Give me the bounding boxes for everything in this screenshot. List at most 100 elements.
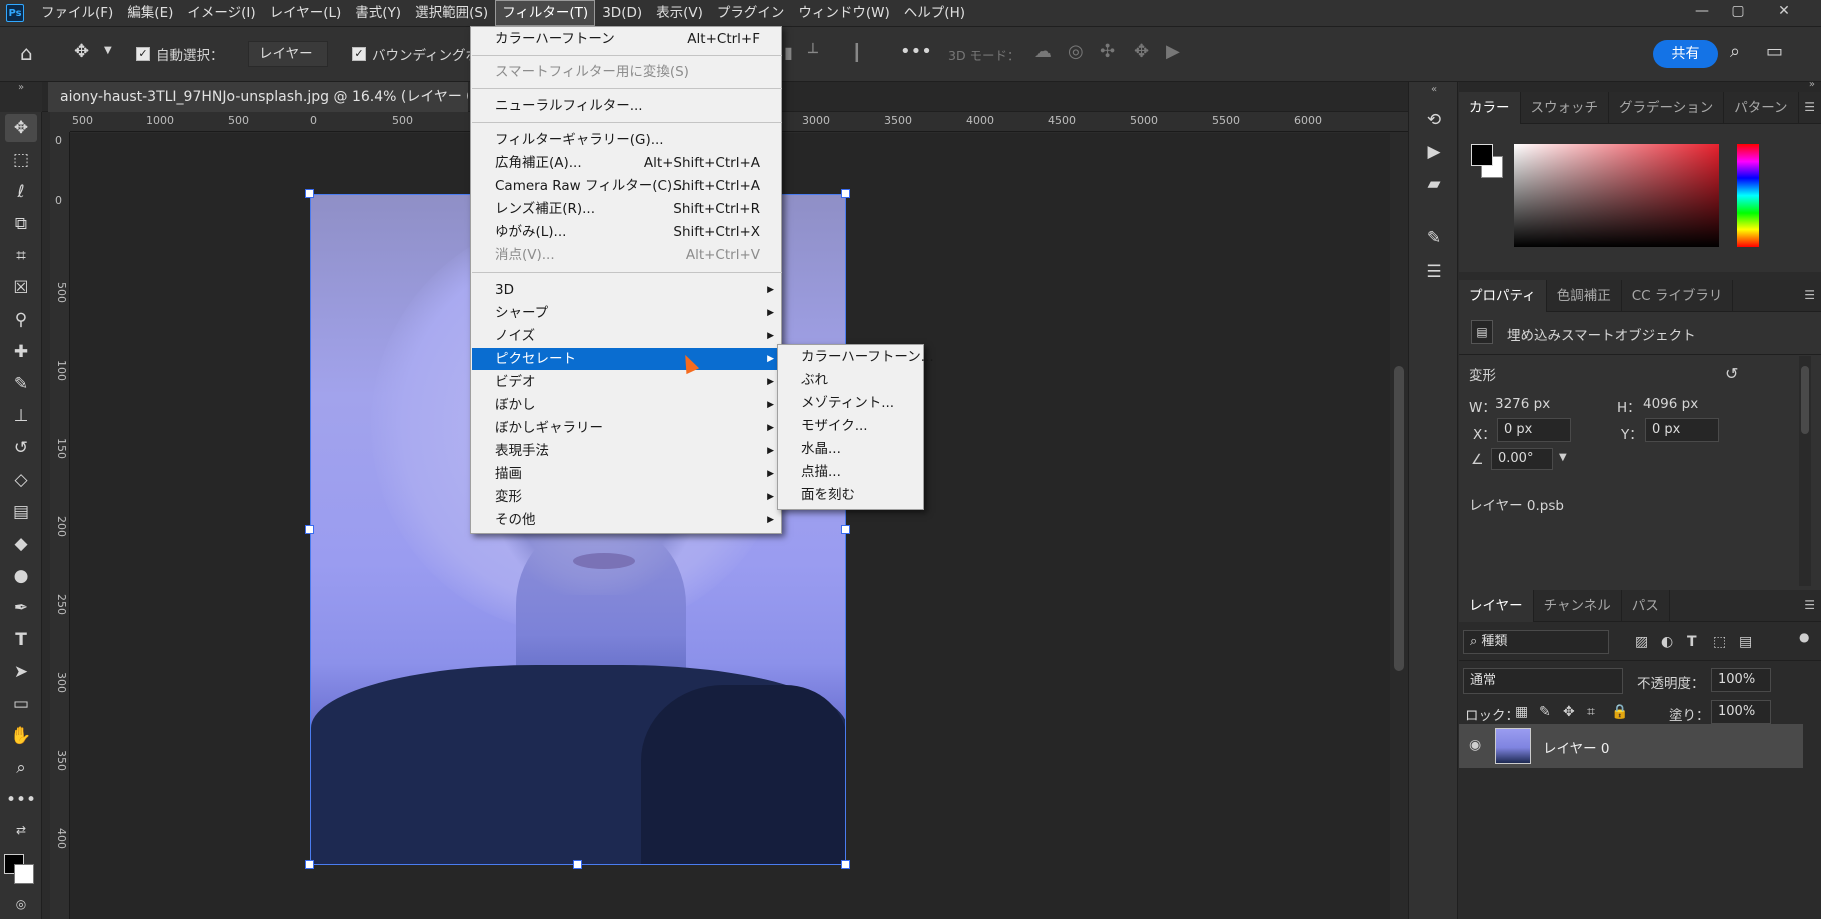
menu-item-color-halftone-repeat[interactable]: カラーハーフトーン Alt+Ctrl+F xyxy=(472,28,782,50)
scrollbar-thumb[interactable] xyxy=(1801,366,1809,434)
tab-patterns[interactable]: パターン xyxy=(1724,92,1799,124)
history-brush-tool-icon[interactable]: ↺ xyxy=(5,434,37,462)
collapse-toolbar-icon[interactable]: » xyxy=(0,82,42,102)
tab-color[interactable]: カラー xyxy=(1459,92,1521,124)
transform-handle[interactable] xyxy=(305,860,314,869)
scrollbar-thumb[interactable] xyxy=(1394,366,1404,671)
chevron-down-icon[interactable]: ▼ xyxy=(1559,452,1567,463)
tab-paths[interactable]: パス xyxy=(1622,590,1670,622)
history-icon[interactable]: ⟲ xyxy=(1422,110,1446,134)
transform-handle[interactable] xyxy=(305,189,314,198)
align-bottom-icon[interactable]: ▮ xyxy=(784,43,793,62)
eraser-tool-icon[interactable]: ◇ xyxy=(5,466,37,494)
menu-file[interactable]: ファイル(F) xyxy=(34,0,120,26)
lock-pixels-icon[interactable]: ✎ xyxy=(1539,704,1551,720)
hand-tool-icon[interactable]: ✋ xyxy=(5,722,37,750)
menu-help[interactable]: ヘルプ(H) xyxy=(897,0,972,26)
close-button[interactable]: ✕ xyxy=(1766,0,1802,22)
brush-settings-icon[interactable]: ✎ xyxy=(1422,228,1446,252)
workspace-icon[interactable]: ▭ xyxy=(1766,41,1783,62)
menu-item-neural-filters[interactable]: ニューラルフィルター... xyxy=(472,95,782,117)
lock-all-icon[interactable]: 🔒 xyxy=(1611,704,1628,720)
distribute-icon[interactable]: ┃ xyxy=(852,43,862,62)
type-layer-filter-icon[interactable]: T xyxy=(1687,634,1697,650)
3d-orbit-icon[interactable]: ☁ xyxy=(1034,41,1052,62)
more-options-icon[interactable]: ••• xyxy=(900,41,932,62)
share-button[interactable]: 共有 xyxy=(1653,40,1718,68)
document-tab[interactable]: aiony-haust-3TLI_97HNJo-unsplash.jpg @ 1… xyxy=(48,82,468,112)
crop-tool-icon[interactable]: ⌗ xyxy=(5,242,37,270)
comments-icon[interactable]: ▰ xyxy=(1422,174,1446,198)
properties-scrollbar[interactable] xyxy=(1799,356,1811,586)
type-tool-icon[interactable]: T xyxy=(5,626,37,654)
bounding-box-option[interactable]: ✓ バウンディングボ xyxy=(352,44,479,64)
eyedropper-tool-icon[interactable]: ⚲ xyxy=(5,306,37,334)
vertical-scrollbar[interactable] xyxy=(1390,133,1408,919)
filter-toggle-icon[interactable]: ● xyxy=(1799,630,1809,644)
more-tools-icon[interactable]: ••• xyxy=(5,786,37,814)
panel-menu-icon[interactable]: ☰ xyxy=(1804,100,1815,114)
lasso-tool-icon[interactable]: ℓ xyxy=(5,178,37,206)
gradient-tool-icon[interactable]: ▤ xyxy=(5,498,37,526)
height-value[interactable]: 4096 px xyxy=(1643,396,1698,412)
menu-select[interactable]: 選択範囲(S) xyxy=(408,0,495,26)
3d-slide-icon[interactable]: ✥ xyxy=(1134,41,1149,62)
lock-artboard-icon[interactable]: ⌗ xyxy=(1587,704,1595,720)
reset-transform-icon[interactable]: ↺ xyxy=(1725,364,1738,383)
blend-mode-dropdown[interactable]: 通常 xyxy=(1463,668,1623,694)
hue-slider[interactable] xyxy=(1737,144,1759,247)
marquee-tool-icon[interactable]: ⬚ xyxy=(5,146,37,174)
layer-name[interactable]: レイヤー 0 xyxy=(1543,737,1609,757)
submenu-item-mosaic[interactable]: モザイク... xyxy=(779,415,924,437)
background-color-swatch[interactable] xyxy=(14,864,34,884)
menu-item-blur[interactable]: ぼかし ▶ xyxy=(472,394,782,416)
layer-row[interactable]: ◉ レイヤー 0 xyxy=(1459,724,1803,768)
minimize-button[interactable]: — xyxy=(1684,0,1720,22)
tab-properties[interactable]: プロパティ xyxy=(1459,280,1547,312)
menu-item-vanishing-point[interactable]: 消点(V)... Alt+Ctrl+V xyxy=(472,244,782,266)
menu-item-video[interactable]: ビデオ ▶ xyxy=(472,371,782,393)
tab-cc-libraries[interactable]: CC ライブラリ xyxy=(1622,280,1734,312)
search-icon[interactable]: ⌕ xyxy=(1730,41,1740,62)
menu-item-render[interactable]: 描画 ▶ xyxy=(472,463,782,485)
menu-item-stylize[interactable]: 表現手法 ▶ xyxy=(472,440,782,462)
transform-handle[interactable] xyxy=(841,525,850,534)
submenu-item-pointillize[interactable]: 点描... xyxy=(779,461,924,483)
brush-tool-icon[interactable]: ✎ xyxy=(5,370,37,398)
checkbox-icon[interactable]: ✓ xyxy=(352,47,366,61)
pixel-layer-filter-icon[interactable]: ▨ xyxy=(1635,634,1648,650)
tab-swatches[interactable]: スウォッチ xyxy=(1521,92,1609,124)
y-position-input[interactable]: 0 px xyxy=(1645,418,1719,442)
pen-tool-icon[interactable]: ✒ xyxy=(5,594,37,622)
object-selection-tool-icon[interactable]: ⧉ xyxy=(5,210,37,238)
submenu-item-mezzotint[interactable]: メゾティント... xyxy=(779,392,924,414)
submenu-item-facet[interactable]: 面を刻む xyxy=(779,484,924,506)
panel-menu-icon[interactable]: ☰ xyxy=(1804,598,1815,612)
transform-handle[interactable] xyxy=(841,189,850,198)
layer-filter-dropdown[interactable]: ⌕ 種類 xyxy=(1463,630,1609,654)
move-tool-icon[interactable]: ✥ xyxy=(74,41,89,62)
lock-position-icon[interactable]: ✥ xyxy=(1563,704,1575,720)
panels-collapse-bar[interactable]: » xyxy=(1459,79,1821,92)
submenu-item-crystallize[interactable]: 水晶... xyxy=(779,438,924,460)
zoom-tool-icon[interactable]: ⌕ xyxy=(5,754,37,782)
color-picker-field[interactable] xyxy=(1514,144,1719,247)
healing-brush-tool-icon[interactable]: ✚ xyxy=(5,338,37,366)
menu-plugins[interactable]: プラグイン xyxy=(710,0,792,26)
width-value[interactable]: 3276 px xyxy=(1495,396,1550,412)
home-icon[interactable]: ⌂ xyxy=(20,41,33,65)
3d-pan-icon[interactable]: ✣ xyxy=(1100,41,1115,62)
menu-item-blur-gallery[interactable]: ぼかしギャラリー ▶ xyxy=(472,417,782,439)
opacity-input[interactable]: 100% xyxy=(1711,668,1771,692)
menu-layer[interactable]: レイヤー(L) xyxy=(263,0,349,26)
adjustment-layer-filter-icon[interactable]: ◐ xyxy=(1661,634,1673,650)
chevron-down-icon[interactable]: ▼ xyxy=(104,45,112,56)
move-tool-icon[interactable]: ✥ xyxy=(5,114,37,142)
quick-mask-icon[interactable]: ◎ xyxy=(5,890,37,918)
adjustments-icon[interactable]: ☰ xyxy=(1422,262,1446,286)
menu-item-lens-correction[interactable]: レンズ補正(R)... Shift+Ctrl+R xyxy=(472,198,782,220)
transform-handle[interactable] xyxy=(305,525,314,534)
auto-select-dropdown[interactable]: レイヤー xyxy=(248,41,328,67)
transform-handle[interactable] xyxy=(841,860,850,869)
tab-layers[interactable]: レイヤー xyxy=(1459,590,1534,622)
